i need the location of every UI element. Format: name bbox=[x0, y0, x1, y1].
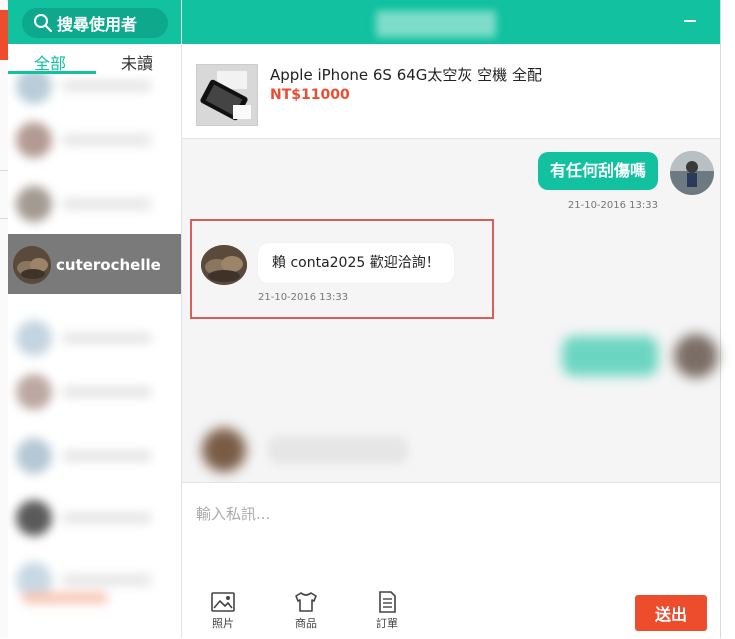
avatar bbox=[201, 245, 247, 285]
conversation-item[interactable] bbox=[8, 430, 181, 482]
search-users-button[interactable]: 搜尋使用者 bbox=[22, 8, 168, 38]
message-incoming-redacted bbox=[268, 436, 408, 464]
avatar bbox=[13, 246, 51, 284]
avatar bbox=[674, 334, 718, 378]
product-button[interactable]: 商品 bbox=[286, 591, 326, 631]
conversation-preview-redacted bbox=[22, 592, 108, 604]
product-title: Apple iPhone 6S 64G太空灰 空機 全配 bbox=[270, 66, 542, 84]
conversation-name-redacted bbox=[62, 198, 152, 210]
message-list: 有任何刮傷嗎 21-10-2016 13:33 賴 conta2025 歡迎洽詢… bbox=[182, 138, 720, 482]
avatar bbox=[16, 320, 52, 356]
search-icon bbox=[34, 14, 53, 33]
avatar bbox=[16, 374, 52, 410]
chat-title-redacted bbox=[376, 11, 496, 37]
photo-button[interactable]: 照片 bbox=[203, 591, 243, 631]
conversation-tabs: 全部 未讀 bbox=[8, 44, 181, 74]
avatar bbox=[16, 500, 52, 536]
product-price: NT$11000 bbox=[270, 87, 350, 103]
chat-panel: Apple iPhone 6S 64G太空灰 空機 全配 NT$11000 有任… bbox=[182, 0, 720, 639]
background-page-edge bbox=[0, 0, 8, 638]
message-incoming: 賴 conta2025 歡迎洽詢！ bbox=[258, 243, 454, 283]
chat-window: 搜尋使用者 全部 未讀 cuterochelle Apple iPhone 6S… bbox=[8, 0, 721, 639]
conversation-item[interactable] bbox=[8, 554, 181, 606]
message-outgoing-redacted bbox=[562, 336, 658, 376]
conversation-name-redacted bbox=[62, 134, 152, 146]
conversation-item[interactable] bbox=[8, 492, 181, 544]
product-label: 商品 bbox=[295, 617, 317, 630]
product-thumbnail bbox=[196, 64, 258, 126]
photo-label: 照片 bbox=[212, 617, 234, 630]
background-divider bbox=[0, 218, 8, 219]
conversation-sidebar: 搜尋使用者 全部 未讀 cuterochelle bbox=[8, 0, 182, 638]
avatar bbox=[202, 428, 246, 472]
conversation-name-redacted bbox=[62, 80, 152, 92]
search-label: 搜尋使用者 bbox=[57, 15, 138, 34]
conversation-item-active[interactable]: cuterochelle bbox=[8, 234, 181, 294]
tab-unread[interactable]: 未讀 bbox=[121, 50, 153, 74]
conversation-name-redacted bbox=[62, 450, 152, 462]
conversation-item[interactable] bbox=[8, 114, 181, 166]
send-button[interactable]: 送出 bbox=[635, 595, 707, 631]
background-brand-strip bbox=[0, 10, 8, 60]
message-timestamp: 21-10-2016 13:33 bbox=[567, 200, 658, 211]
conversation-list: cuterochelle bbox=[8, 74, 181, 638]
product-card[interactable]: Apple iPhone 6S 64G太空灰 空機 全配 NT$11000 bbox=[182, 44, 720, 139]
conversation-item[interactable] bbox=[8, 366, 181, 418]
conversation-item[interactable] bbox=[8, 178, 181, 230]
order-icon bbox=[379, 591, 396, 613]
chat-header bbox=[182, 0, 720, 44]
avatar bbox=[16, 186, 52, 222]
avatar bbox=[16, 74, 52, 104]
shirt-icon bbox=[295, 592, 317, 612]
avatar bbox=[670, 151, 714, 195]
sidebar-header: 搜尋使用者 bbox=[8, 0, 181, 44]
photo-icon bbox=[211, 592, 235, 612]
minimize-icon[interactable] bbox=[684, 20, 696, 22]
avatar bbox=[16, 438, 52, 474]
conversation-name-redacted bbox=[62, 386, 152, 398]
conversation-name-redacted bbox=[62, 574, 152, 586]
order-button[interactable]: 訂單 bbox=[367, 591, 407, 631]
avatar bbox=[16, 122, 52, 158]
message-timestamp: 21-10-2016 13:33 bbox=[258, 292, 349, 303]
message-outgoing: 有任何刮傷嗎 bbox=[537, 152, 658, 190]
message-composer: 照片 商品 訂單 送出 bbox=[182, 482, 720, 639]
conversation-item[interactable] bbox=[8, 312, 181, 364]
order-label: 訂單 bbox=[376, 617, 398, 630]
conversation-name-redacted bbox=[62, 512, 152, 524]
message-input[interactable] bbox=[194, 493, 708, 535]
conversation-name: cuterochelle bbox=[56, 256, 161, 274]
conversation-name-redacted bbox=[62, 332, 152, 344]
background-divider bbox=[0, 170, 8, 171]
